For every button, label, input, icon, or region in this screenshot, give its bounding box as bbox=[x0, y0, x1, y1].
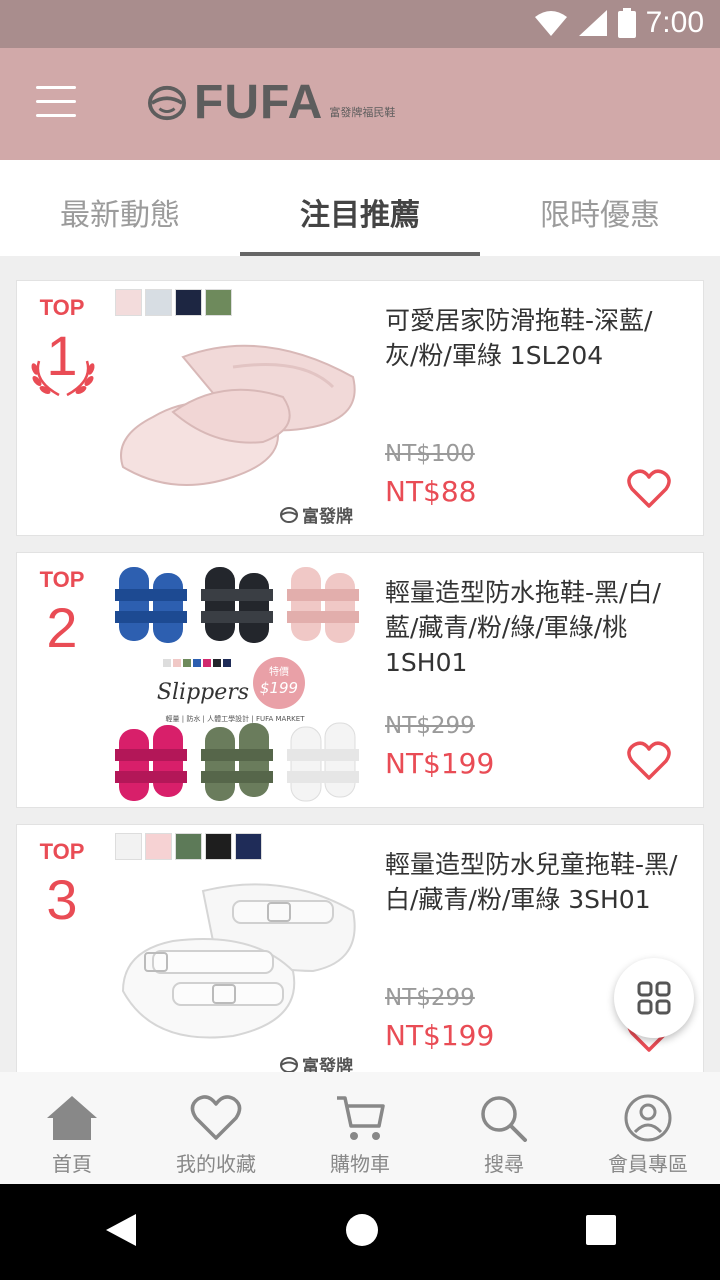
color-swatches bbox=[115, 833, 262, 860]
app-logo: FUFA 富發牌福民鞋 bbox=[148, 78, 395, 128]
promo-script-text: Slippers bbox=[157, 680, 249, 705]
nav-home-label: 首頁 bbox=[52, 1152, 92, 1176]
logo-text: FUFA bbox=[194, 76, 324, 129]
rank-badge: TOP 3 bbox=[17, 839, 107, 935]
tab-featured[interactable]: 注目推薦 bbox=[240, 160, 480, 256]
bottom-navigation: 首頁 我的收藏 購物車 搜尋 會員專區 bbox=[0, 1072, 720, 1184]
back-button[interactable] bbox=[104, 1212, 138, 1252]
signal-icon bbox=[578, 10, 607, 36]
home-circle-icon bbox=[345, 1214, 378, 1246]
color-swatch bbox=[175, 289, 202, 316]
rank-number: 2 bbox=[46, 596, 78, 659]
sandal-collage-illustration: 特價 $199 Slippers 輕量 | 防水 | 人體工學設計 | FUFA… bbox=[115, 567, 359, 802]
wifi-icon bbox=[534, 11, 567, 36]
promo-label: 特價 bbox=[269, 665, 289, 678]
rank-number: 3 bbox=[46, 868, 78, 931]
original-price: NT$299 bbox=[385, 713, 475, 739]
system-navigation-bar bbox=[0, 1184, 720, 1280]
promo-price: $199 bbox=[260, 679, 298, 697]
product-image: 富發牌 bbox=[113, 831, 361, 1072]
product-card[interactable]: TOP 3 富發牌 輕量造型防水兒童拖鞋-黑/白/藏青/粉/軍綠 3SH01 N… bbox=[16, 824, 704, 1072]
tab-limited-offer[interactable]: 限時優惠 bbox=[480, 160, 720, 256]
home-button[interactable] bbox=[345, 1213, 379, 1251]
tab-latest[interactable]: 最新動態 bbox=[0, 160, 240, 256]
grid-icon bbox=[637, 981, 671, 1015]
nav-cart[interactable]: 購物車 bbox=[288, 1072, 432, 1184]
battery-icon bbox=[617, 8, 636, 38]
fufa-logo-icon bbox=[280, 1056, 298, 1072]
rank-badge: TOP 2 bbox=[17, 567, 107, 663]
color-swatch bbox=[145, 289, 172, 316]
logo-tagline: 富發牌福民鞋 bbox=[329, 106, 396, 119]
nav-member[interactable]: 會員專區 bbox=[576, 1072, 720, 1184]
laurel-icon bbox=[31, 360, 95, 397]
pink-slide-sandal-illustration bbox=[120, 344, 356, 486]
product-list[interactable]: TOP 1 富發牌 可愛居家防滑拖鞋-深藍/灰/粉/軍綠 1SL204 NT$1… bbox=[0, 256, 720, 1072]
sale-price: NT$199 bbox=[385, 747, 495, 780]
rank-label: TOP bbox=[39, 567, 85, 592]
recents-square-icon bbox=[586, 1215, 617, 1245]
color-swatch bbox=[175, 833, 202, 860]
color-swatches bbox=[115, 289, 232, 316]
original-price: NT$299 bbox=[385, 985, 475, 1011]
fufa-logo-icon bbox=[280, 506, 298, 523]
status-bar: 7:00 bbox=[0, 0, 720, 48]
product-card[interactable]: TOP 2 特價 $199 Slippers 輕量 | 防水 | 人體工學設計 … bbox=[16, 552, 704, 808]
sale-price: NT$88 bbox=[385, 475, 477, 508]
color-swatch bbox=[235, 833, 262, 860]
brand-mark: 富發牌 bbox=[280, 502, 353, 527]
product-image: 特價 $199 Slippers 輕量 | 防水 | 人體工學設計 | FUFA… bbox=[113, 559, 361, 803]
color-swatch bbox=[205, 833, 232, 860]
recents-button[interactable] bbox=[586, 1215, 617, 1249]
promo-footer: 輕量 | 防水 | 人體工學設計 | FUFA MARKET bbox=[166, 714, 306, 723]
user-account-icon bbox=[624, 1094, 672, 1142]
app-bar: FUFA 富發牌福民鞋 bbox=[0, 48, 720, 160]
nav-favorites[interactable]: 我的收藏 bbox=[144, 1072, 288, 1184]
tab-bar: 最新動態 注目推薦 限時優惠 bbox=[0, 160, 720, 256]
color-swatch bbox=[205, 289, 232, 316]
brand-mark: 富發牌 bbox=[280, 1052, 353, 1072]
brand-name: 富發牌 bbox=[302, 507, 353, 527]
white-buckle-sandal-illustration bbox=[121, 883, 356, 1039]
product-image: 富發牌 bbox=[113, 287, 361, 531]
color-swatch bbox=[115, 833, 142, 860]
product-title[interactable]: 可愛居家防滑拖鞋-深藍/灰/粉/軍綠 1SL204 bbox=[385, 303, 685, 373]
heart-icon bbox=[190, 1095, 242, 1140]
nav-search-label: 搜尋 bbox=[484, 1152, 524, 1176]
rank-label: TOP bbox=[39, 295, 85, 320]
favorite-heart-icon[interactable] bbox=[627, 741, 671, 781]
nav-favorites-label: 我的收藏 bbox=[176, 1152, 256, 1176]
status-time: 7:00 bbox=[645, 6, 704, 39]
nav-search[interactable]: 搜尋 bbox=[432, 1072, 576, 1184]
menu-button[interactable] bbox=[36, 86, 76, 122]
sale-price: NT$199 bbox=[385, 1019, 495, 1052]
fufa-logo-icon bbox=[148, 85, 186, 121]
search-icon bbox=[481, 1096, 527, 1142]
color-swatch bbox=[145, 833, 172, 860]
color-swatch bbox=[115, 289, 142, 316]
original-price: NT$100 bbox=[385, 441, 475, 467]
rank-label: TOP bbox=[39, 839, 85, 864]
brand-name: 富發牌 bbox=[302, 1057, 353, 1072]
product-card[interactable]: TOP 1 富發牌 可愛居家防滑拖鞋-深藍/灰/粉/軍綠 1SL204 NT$1… bbox=[16, 280, 704, 536]
nav-cart-label: 購物車 bbox=[330, 1152, 390, 1176]
back-triangle-icon bbox=[105, 1214, 136, 1246]
nav-member-label: 會員專區 bbox=[608, 1152, 688, 1176]
favorite-heart-icon[interactable] bbox=[627, 469, 671, 509]
product-title[interactable]: 輕量造型防水拖鞋-黑/白/藍/藏青/粉/綠/軍綠/桃 1SH01 bbox=[385, 575, 685, 680]
product-title[interactable]: 輕量造型防水兒童拖鞋-黑/白/藏青/粉/軍綠 3SH01 bbox=[385, 847, 685, 917]
home-icon bbox=[47, 1096, 97, 1140]
cart-icon bbox=[337, 1096, 385, 1140]
grid-view-button[interactable] bbox=[614, 958, 694, 1038]
nav-home[interactable]: 首頁 bbox=[0, 1072, 144, 1184]
